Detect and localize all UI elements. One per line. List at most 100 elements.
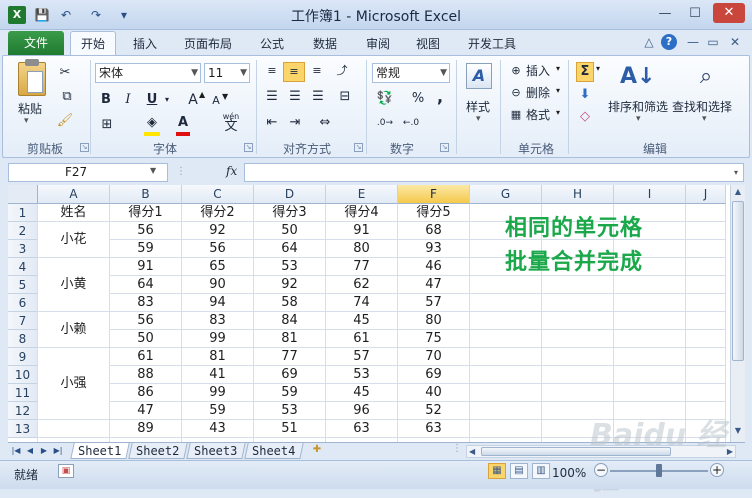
tab-insert[interactable]: 插入 (133, 34, 157, 54)
score-cell[interactable]: 89 (110, 420, 181, 438)
score-cell[interactable]: 91 (110, 258, 181, 276)
score-cell[interactable]: 74 (326, 294, 397, 312)
row-header-11[interactable]: 11 (8, 384, 38, 402)
insert-cells-icon[interactable]: ⊕ (508, 62, 524, 80)
maximize-button[interactable]: ☐ (682, 4, 708, 24)
score-cell[interactable]: 64 (110, 276, 181, 294)
formula-input[interactable] (244, 163, 744, 182)
clear-icon[interactable]: ◇ (576, 108, 594, 126)
merged-name-cell[interactable]: 小赖 (38, 312, 109, 347)
border-icon[interactable]: ⊞ (98, 116, 116, 134)
tab-review[interactable]: 审阅 (366, 34, 390, 54)
score-cell[interactable]: 53 (254, 402, 325, 420)
page-layout-view-button[interactable]: ▤ (510, 463, 528, 479)
scroll-left-icon[interactable]: ◀ (469, 446, 475, 457)
score-cell[interactable]: 47 (110, 402, 181, 420)
delete-cells-icon[interactable]: ⊖ (508, 84, 524, 102)
header-cell-name[interactable]: 姓名 (38, 204, 109, 222)
increase-decimal-icon[interactable]: .0→ (374, 114, 396, 132)
first-sheet-icon[interactable]: |◀ (10, 444, 22, 458)
sheet-tab-sheet2[interactable]: Sheet2 (128, 443, 188, 459)
score-cell[interactable]: 92 (254, 276, 325, 294)
help-icon[interactable]: ? (661, 34, 677, 50)
score-cell[interactable]: 45 (326, 312, 397, 330)
tab-formulas[interactable]: 公式 (260, 34, 284, 54)
vertical-scrollbar[interactable]: ▲ ▼ (730, 185, 745, 442)
score-cell[interactable]: 99 (182, 330, 253, 348)
row-header-3[interactable]: 3 (8, 240, 38, 258)
row-header-2[interactable]: 2 (8, 222, 38, 240)
next-sheet-icon[interactable]: ▶ (38, 444, 50, 458)
score-cell[interactable]: 40 (398, 384, 469, 402)
score-cell[interactable]: 45 (326, 384, 397, 402)
score-cell[interactable]: 91 (326, 222, 397, 240)
zoom-in-button[interactable]: + (710, 463, 724, 477)
tab-file[interactable]: 文件 (8, 31, 64, 55)
column-header-b[interactable]: B (110, 185, 182, 204)
autosum-button[interactable]: Σ (576, 62, 594, 82)
copy-icon[interactable]: ⧉ (56, 88, 78, 106)
minimize-button[interactable]: — (652, 4, 678, 24)
insert-function-icon[interactable]: fx (226, 164, 237, 178)
font-launcher-icon[interactable]: ↘ (244, 143, 253, 152)
score-cell[interactable]: 92 (182, 222, 253, 240)
fill-icon[interactable]: ⬇ (576, 86, 594, 104)
score-cell[interactable]: 50 (110, 330, 181, 348)
row-header-4[interactable]: 4 (8, 258, 38, 276)
column-header-j[interactable]: J (686, 185, 726, 204)
cut-icon[interactable]: ✂ (56, 64, 74, 82)
workbook-restore-button[interactable]: ▭ (704, 33, 722, 51)
header-cell-score[interactable]: 得分2 (182, 204, 253, 222)
chevron-down-icon[interactable]: ▾ (596, 64, 600, 73)
column-header-d[interactable]: D (254, 185, 326, 204)
paste-button-label[interactable]: 粘贴 (18, 100, 42, 117)
font-color-button[interactable]: A (176, 114, 190, 136)
score-cell[interactable]: 53 (254, 258, 325, 276)
score-cell[interactable]: 64 (254, 240, 325, 258)
row-header-13[interactable]: 13 (8, 420, 38, 438)
resize-dots-icon[interactable]: ⋮ (176, 166, 186, 180)
score-cell[interactable]: 57 (398, 294, 469, 312)
font-size-combo[interactable]: 11 ▼ (204, 63, 250, 83)
score-cell[interactable]: 81 (254, 330, 325, 348)
score-cell[interactable]: 90 (182, 276, 253, 294)
phonetic-guide-button[interactable]: wén 文 (218, 112, 244, 133)
score-cell[interactable]: 58 (254, 294, 325, 312)
decrease-decimal-icon[interactable]: ←.0 (400, 114, 422, 132)
score-cell[interactable]: 83 (182, 312, 253, 330)
wrap-text-icon[interactable]: ⊟ (334, 88, 356, 106)
header-cell-score[interactable]: 得分5 (398, 204, 469, 222)
format-cells-icon[interactable]: ▦ (508, 106, 524, 124)
zoom-slider-thumb[interactable] (656, 464, 662, 477)
clipboard-launcher-icon[interactable]: ↘ (80, 143, 89, 152)
fill-color-icon[interactable]: ◈ (144, 114, 160, 136)
score-cell[interactable]: 46 (398, 258, 469, 276)
score-cell[interactable]: 80 (326, 240, 397, 258)
row-header-7[interactable]: 7 (8, 312, 38, 330)
column-header-e[interactable]: E (326, 185, 398, 204)
score-cell[interactable]: 86 (110, 384, 181, 402)
chevron-down-icon[interactable]: ▾ (702, 114, 707, 124)
score-cell[interactable]: 56 (110, 222, 181, 240)
alignment-launcher-icon[interactable]: ↘ (354, 143, 363, 152)
score-cell[interactable]: 63 (398, 420, 469, 438)
row-header-8[interactable]: 8 (8, 330, 38, 348)
row-header-6[interactable]: 6 (8, 294, 38, 312)
paste-icon[interactable] (18, 59, 46, 96)
close-button[interactable]: ✕ (713, 3, 745, 23)
workbook-minimize-button[interactable]: — (684, 33, 702, 51)
chevron-down-icon[interactable]: ▾ (556, 64, 560, 73)
merge-center-icon[interactable]: ⇔ (314, 114, 336, 132)
sheet-tab-sheet4[interactable]: Sheet4 (244, 443, 304, 459)
prev-sheet-icon[interactable]: ◀ (24, 444, 36, 458)
row-header-5[interactable]: 5 (8, 276, 38, 294)
last-sheet-icon[interactable]: ▶| (52, 444, 64, 458)
tab-home[interactable]: 开始 (70, 31, 116, 56)
score-cell[interactable]: 81 (182, 348, 253, 366)
format-painter-icon[interactable]: 🖌 (56, 112, 74, 130)
score-cell[interactable]: 75 (398, 330, 469, 348)
select-all-corner[interactable] (8, 185, 38, 204)
score-cell[interactable]: 52 (398, 402, 469, 420)
vertical-scroll-thumb[interactable] (732, 201, 744, 361)
score-cell[interactable]: 47 (398, 276, 469, 294)
